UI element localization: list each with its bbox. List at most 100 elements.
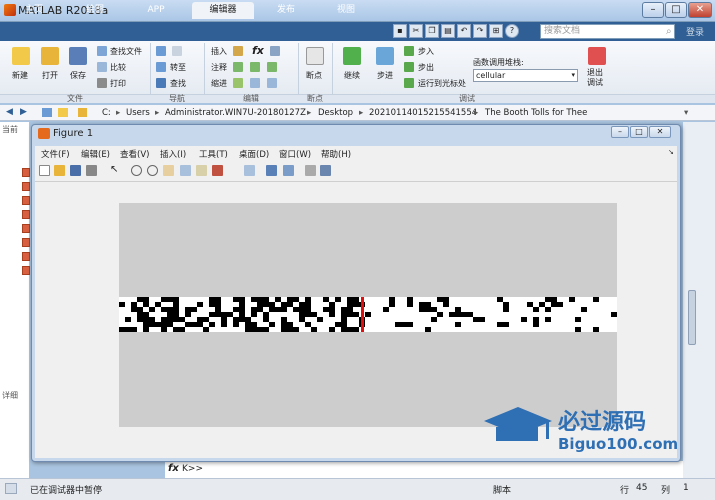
tab-publish[interactable]: 发布 [264,2,308,19]
data-cursor-icon[interactable] [196,165,207,176]
browse-folder-icon[interactable] [58,108,68,117]
tab-editor[interactable]: 编辑器 [192,2,254,19]
forward-arrow-icon[interactable] [172,46,182,56]
new-figure-icon[interactable] [39,165,50,176]
open-file-icon[interactable] [54,165,65,176]
menu-file[interactable]: 文件(F) [41,148,70,160]
path-segment[interactable]: Administrator.WIN7U-20180127Z [165,108,306,118]
find-icon[interactable] [156,78,166,88]
legend-icon[interactable] [283,165,294,176]
dock-arrow-icon[interactable]: ↘ [668,148,674,156]
figure-minimize-button[interactable]: – [611,126,629,138]
compare-button[interactable]: 比较 [110,62,126,73]
colorbar-icon[interactable] [266,165,277,176]
save-figure-icon[interactable] [70,165,81,176]
file-icon[interactable] [22,266,30,275]
copy-icon[interactable]: ❐ [425,24,439,38]
paste-icon[interactable]: ▤ [441,24,455,38]
breakpoints-icon[interactable] [306,47,324,65]
find-files-button[interactable]: 查找文件 [110,46,142,57]
insert-button[interactable]: 插入 [211,46,227,57]
find-files-icon[interactable] [97,46,107,56]
figure-maximize-button[interactable]: □ [630,126,648,138]
uncomment-icon[interactable] [250,62,260,72]
menu-window[interactable]: 窗口(W) [279,148,311,160]
compare-icon[interactable] [97,62,107,72]
brush-icon[interactable] [212,165,223,176]
continue-icon[interactable] [343,47,361,65]
menu-insert[interactable]: 插入(I) [160,148,186,160]
file-icon[interactable] [22,182,30,191]
step-in-icon[interactable] [404,46,414,56]
undo-icon[interactable]: ↶ [457,24,471,38]
pan-icon[interactable] [163,165,174,176]
step-button[interactable]: 步进 [377,70,393,81]
file-icon[interactable] [22,224,30,233]
menu-help[interactable]: 帮助(H) [321,148,351,160]
search-docs-input[interactable]: 搜索文档 [540,24,675,39]
path-segment[interactable]: 20210114015215541554 [369,108,477,118]
zoom-out-icon[interactable] [147,165,158,176]
step-out-icon[interactable] [404,62,414,72]
command-window[interactable] [165,461,683,478]
figure-close-button[interactable]: ✕ [649,126,671,138]
path-segment[interactable]: The Booth Tolls for Thee [485,108,587,118]
search-icon[interactable]: ⌕ [666,26,672,37]
decrease-indent-icon[interactable] [267,78,277,88]
close-button[interactable]: ✕ [688,2,712,18]
menu-view[interactable]: 查看(V) [120,148,149,160]
path-segment[interactable]: Users [126,108,150,118]
path-segment[interactable]: C: [102,108,111,118]
quit-debug-icon[interactable] [588,47,606,65]
pointer-icon[interactable]: ↖ [110,165,121,176]
file-icon[interactable] [22,210,30,219]
tab-home[interactable]: 主页 [14,2,54,19]
file-icon[interactable] [22,252,30,261]
rotate-icon[interactable] [180,165,191,176]
hide-tools-icon[interactable] [305,165,316,176]
goto-icon[interactable] [156,62,166,72]
print-icon[interactable] [97,78,107,88]
link-plot-icon[interactable] [244,165,255,176]
forward-arrow-icon[interactable]: ▶ [20,107,27,117]
step-in-button[interactable]: 步入 [418,46,434,57]
comment-button[interactable]: 注释 [211,62,227,73]
step-icon[interactable] [376,47,394,65]
smart-indent-icon[interactable] [233,78,243,88]
menu-tools[interactable]: 工具(T) [199,148,228,160]
print-button[interactable]: 打印 [110,78,126,89]
new-file-icon[interactable] [12,47,30,65]
menu-edit[interactable]: 编辑(E) [81,148,110,160]
back-arrow-icon[interactable]: ◀ [6,107,13,117]
redo-icon[interactable]: ↷ [473,24,487,38]
wrap-comments-icon[interactable] [267,62,277,72]
help-icon[interactable]: ? [505,24,519,38]
step-out-button[interactable]: 步出 [418,62,434,73]
switch-window-icon[interactable]: ⊞ [489,24,503,38]
back-arrow-icon[interactable] [156,46,166,56]
indent-button[interactable]: 缩进 [211,78,227,89]
file-icon[interactable] [22,168,30,177]
save-icon[interactable]: ▪ [393,24,407,38]
breakpoints-button[interactable]: 断点 [306,70,322,81]
editor-scrollbar[interactable] [688,290,696,345]
run-to-cursor-button[interactable]: 运行到光标处 [418,78,466,89]
increase-indent-icon[interactable] [250,78,260,88]
maximize-button[interactable]: □ [665,2,687,18]
show-tools-icon[interactable] [320,165,331,176]
save-button[interactable]: 保存 [70,70,86,81]
find-button[interactable]: 查找 [170,78,186,89]
chevron-down-icon[interactable]: ▾ [684,108,688,118]
minimize-button[interactable]: – [642,2,664,18]
tab-view[interactable]: 视图 [326,2,366,19]
open-folder-icon[interactable] [41,47,59,65]
save-file-icon[interactable] [69,47,87,65]
comment-percent-icon[interactable] [233,62,243,72]
file-icon[interactable] [22,196,30,205]
call-stack-select[interactable]: cellular ▾ [473,69,578,82]
goto-button[interactable]: 转至 [170,62,186,73]
tab-plots[interactable]: 绘图 [75,2,115,19]
insert-function-button[interactable]: fx [252,44,264,57]
file-icon[interactable] [22,238,30,247]
tab-apps[interactable]: APP [136,2,176,19]
